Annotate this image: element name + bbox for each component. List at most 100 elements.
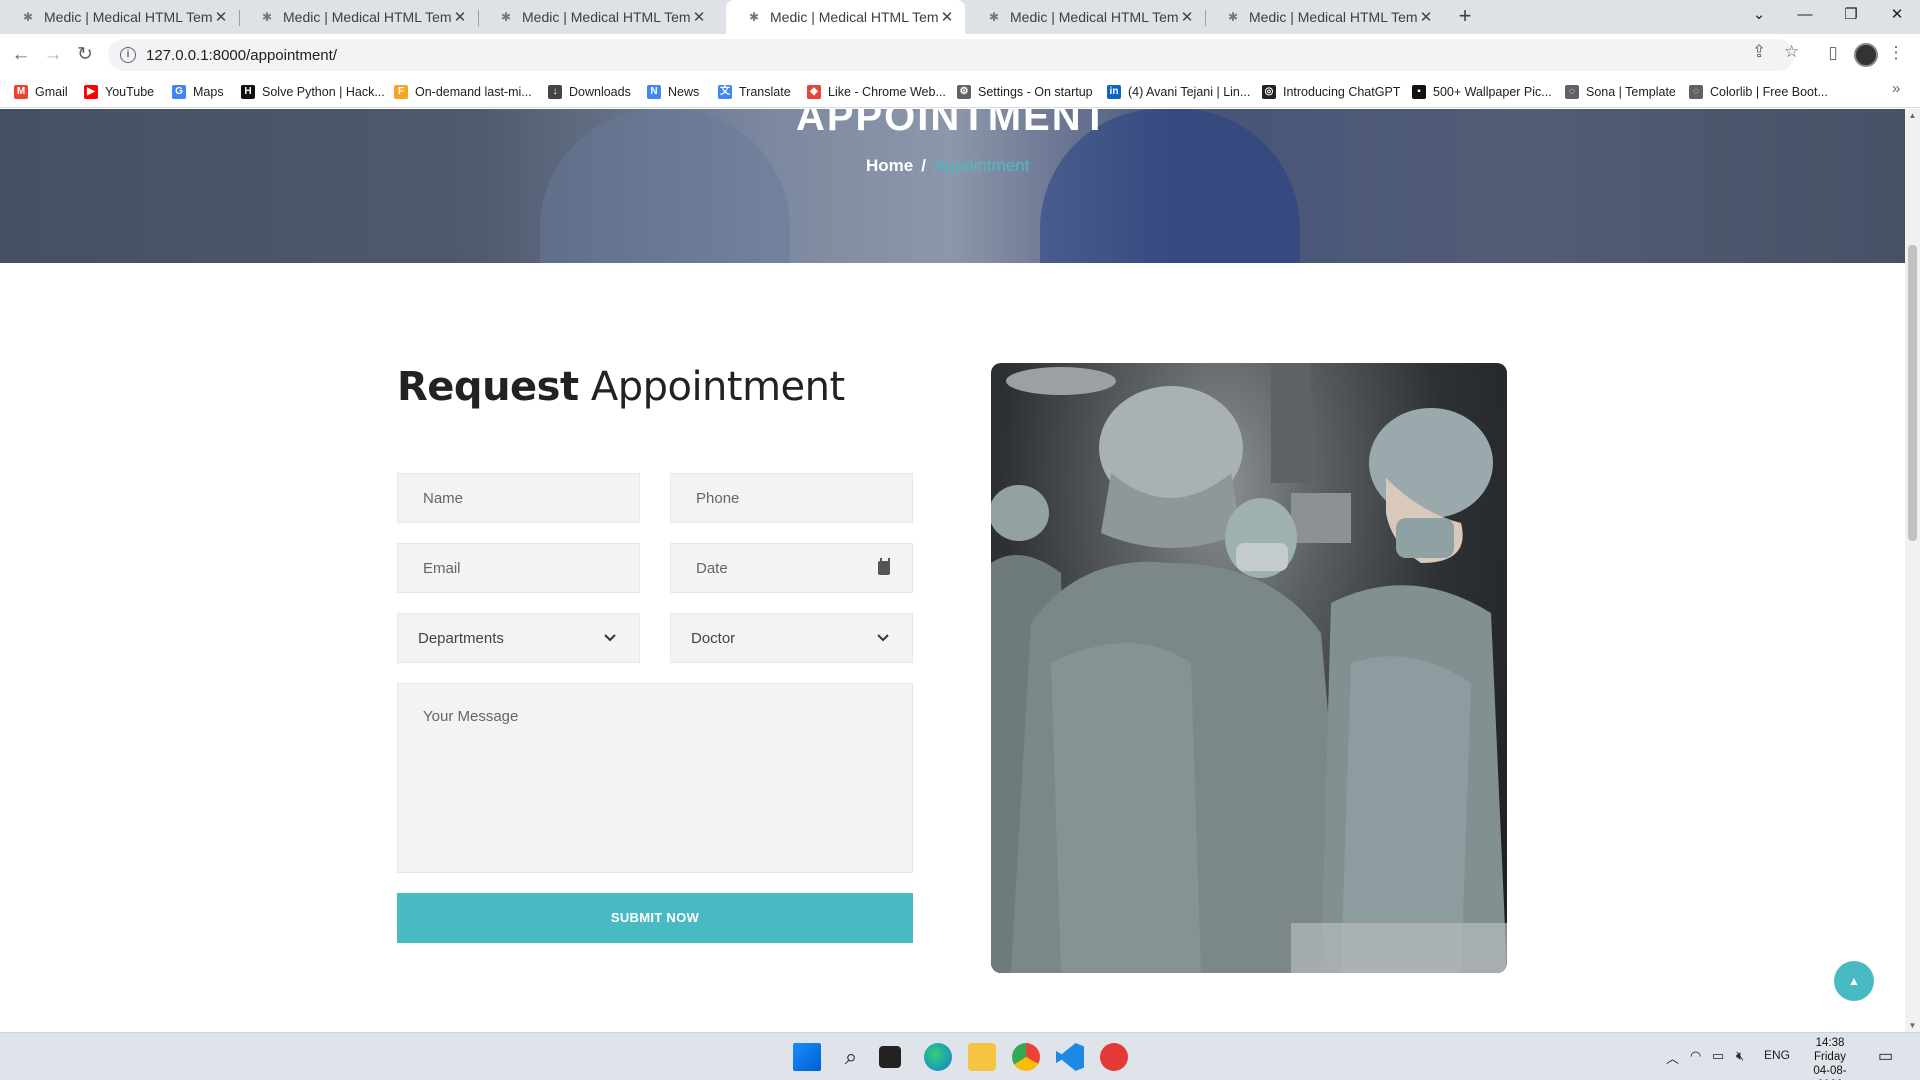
scroll-to-top-button[interactable]: ▲: [1834, 961, 1874, 1001]
breadcrumb-home-link[interactable]: Home: [866, 156, 913, 175]
tab-favicon-icon: ✱: [261, 10, 273, 24]
surgeons-illustration: [991, 363, 1507, 973]
tab-title: Medic | Medical HTML Template: [770, 9, 939, 25]
site-info-icon[interactable]: i: [120, 47, 136, 63]
email-field: [397, 543, 640, 593]
chrome-icon[interactable]: [1012, 1043, 1040, 1071]
windows-taskbar: ⌕ ︿ ◠ ▭ 🔇︎ ENG 14:38 Friday 04-08-2023 ▭: [0, 1032, 1920, 1080]
bookmark-item[interactable]: ◌ Colorlib | Free Boot...: [1689, 82, 1828, 102]
bookmarks-bar: M Gmail ▶ YouTube G Maps H Solve Python | Hack.…: [0, 76, 1920, 108]
restore-button[interactable]: ❐: [1828, 0, 1874, 30]
tab-title: Medic | Medical HTML Template: [522, 9, 691, 25]
profile-avatar[interactable]: [1854, 43, 1878, 67]
chevron-down-icon: [604, 634, 616, 642]
bookmark-item[interactable]: G Maps: [172, 82, 224, 102]
youtube-icon: ▶: [84, 85, 98, 99]
edge-browser-icon[interactable]: [924, 1043, 952, 1071]
departments-select[interactable]: Departments: [397, 613, 640, 663]
tray-chevron-icon[interactable]: ︿: [1666, 1048, 1679, 1067]
google-icon: G: [172, 85, 186, 99]
calendar-icon[interactable]: [878, 558, 890, 575]
surgeons-photo: [991, 363, 1507, 973]
tab-favicon-icon: ✱: [988, 10, 1000, 24]
gear-icon: ⚙: [957, 85, 971, 99]
bookmark-item[interactable]: ◌ Sona | Template: [1565, 82, 1676, 102]
email-input[interactable]: [423, 559, 639, 577]
bookmark-item[interactable]: ▪ 500+ Wallpaper Pic...: [1412, 82, 1552, 102]
bookmark-item[interactable]: N News: [647, 82, 699, 102]
scrollbar-thumb[interactable]: [1908, 245, 1917, 541]
bookmark-item[interactable]: ◎ Introducing ChatGPT: [1262, 82, 1400, 102]
doctor-select[interactable]: Doctor: [670, 613, 913, 663]
browser-tab[interactable]: ✱ Medic | Medical HTML Template ✕: [478, 0, 717, 34]
start-menu-icon[interactable]: [793, 1043, 821, 1071]
doctor-select-value: Doctor: [691, 629, 736, 647]
bookmark-item[interactable]: F On-demand last-mi...: [394, 82, 532, 102]
task-view-icon[interactable]: [879, 1046, 901, 1068]
bookmark-item[interactable]: in (4) Avani Tejani | Lin...: [1107, 82, 1250, 102]
tab-close-icon[interactable]: ✕: [213, 8, 229, 26]
forward-button[interactable]: →: [40, 42, 66, 68]
notifications-icon[interactable]: ▭: [1878, 1046, 1893, 1066]
browser-tab[interactable]: ✱ Medic | Medical HTML Template ✕: [1205, 0, 1444, 34]
clock-day: Friday: [1814, 1051, 1846, 1063]
back-button[interactable]: ←: [8, 42, 34, 68]
tab-close-icon[interactable]: ✕: [1418, 8, 1434, 26]
bookmark-item[interactable]: H Solve Python | Hack...: [241, 82, 385, 102]
message-textarea[interactable]: [423, 684, 912, 804]
tab-favicon-icon: ✱: [22, 10, 34, 24]
phone-input[interactable]: [696, 489, 912, 507]
bookmark-star-icon[interactable]: ☆: [1784, 42, 1799, 62]
vscode-icon[interactable]: [1056, 1043, 1084, 1071]
bookmark-item[interactable]: 文 Translate: [718, 82, 791, 102]
bookmark-label: News: [668, 85, 700, 99]
chevron-down-icon: [877, 634, 889, 642]
search-icon[interactable]: ⌕: [837, 1043, 865, 1071]
tab-close-icon[interactable]: ✕: [939, 8, 955, 26]
bookmark-item[interactable]: ↓ Downloads: [548, 82, 631, 102]
app-icon[interactable]: [1100, 1043, 1128, 1071]
new-tab-button[interactable]: +: [1452, 4, 1478, 30]
bookmark-label: Downloads: [569, 85, 631, 99]
close-window-button[interactable]: ✕: [1874, 0, 1920, 30]
submit-button[interactable]: SUBMIT NOW: [397, 893, 913, 943]
bookmark-item[interactable]: M Gmail: [14, 82, 68, 102]
message-field: [397, 683, 913, 873]
share-icon[interactable]: ⇪: [1752, 42, 1766, 62]
minimize-button[interactable]: —: [1782, 0, 1828, 30]
browser-tab[interactable]: ✱ Medic | Medical HTML Template ✕: [239, 0, 478, 34]
translate-icon: 文: [718, 85, 732, 99]
page-viewport: APPOINTMENT Home / Appointment Request App…: [0, 109, 1905, 1032]
url-text: 127.0.0.1:8000/appointment/: [146, 46, 337, 64]
tab-close-icon[interactable]: ✕: [452, 8, 468, 26]
wifi-icon[interactable]: ◠: [1690, 1048, 1701, 1064]
side-panel-icon[interactable]: ▯: [1821, 43, 1845, 67]
browser-menu-icon[interactable]: ⋮: [1884, 43, 1908, 67]
bookmark-label: Gmail: [35, 85, 68, 99]
bookmark-label: (4) Avani Tejani | Lin...: [1128, 85, 1251, 99]
system-clock[interactable]: 14:38 Friday 04-08-2023: [1804, 1036, 1856, 1080]
tab-close-icon[interactable]: ✕: [691, 8, 707, 26]
browser-tab[interactable]: ✱ Medic | Medical HTML Template ✕: [0, 0, 239, 34]
language-indicator[interactable]: ENG: [1764, 1048, 1790, 1062]
date-input[interactable]: [696, 559, 879, 577]
browser-tab-strip: ✱ Medic | Medical HTML Template ✕ ✱ Medi…: [0, 0, 1920, 34]
more-bookmarks-icon[interactable]: »: [1892, 80, 1900, 97]
scroll-up-arrow-icon[interactable]: ▲: [1905, 111, 1920, 120]
browser-tab-active[interactable]: ✱ Medic | Medical HTML Template ✕: [726, 0, 965, 34]
bookmark-item[interactable]: ▶ YouTube: [84, 82, 154, 102]
reload-button[interactable]: ↻: [72, 42, 98, 68]
address-bar[interactable]: i 127.0.0.1:8000/appointment/: [108, 39, 1794, 71]
file-explorer-icon[interactable]: [968, 1043, 996, 1071]
bookmark-item[interactable]: ◆ Like - Chrome Web...: [807, 82, 946, 102]
browser-tab[interactable]: ✱ Medic | Medical HTML Template ✕: [966, 0, 1205, 34]
battery-icon[interactable]: ▭: [1712, 1048, 1724, 1064]
tab-search-chevron-icon[interactable]: ⌄: [1736, 0, 1782, 30]
page-scrollbar[interactable]: ▲ ▼: [1905, 109, 1920, 1032]
scroll-down-arrow-icon[interactable]: ▼: [1905, 1021, 1920, 1030]
bookmark-item[interactable]: ⚙ Settings - On startup: [957, 82, 1093, 102]
volume-icon[interactable]: 🔇︎: [1736, 1048, 1744, 1064]
tab-close-icon[interactable]: ✕: [1179, 8, 1195, 26]
name-input[interactable]: [423, 489, 639, 507]
page-hero-banner: APPOINTMENT Home / Appointment: [0, 109, 1905, 263]
